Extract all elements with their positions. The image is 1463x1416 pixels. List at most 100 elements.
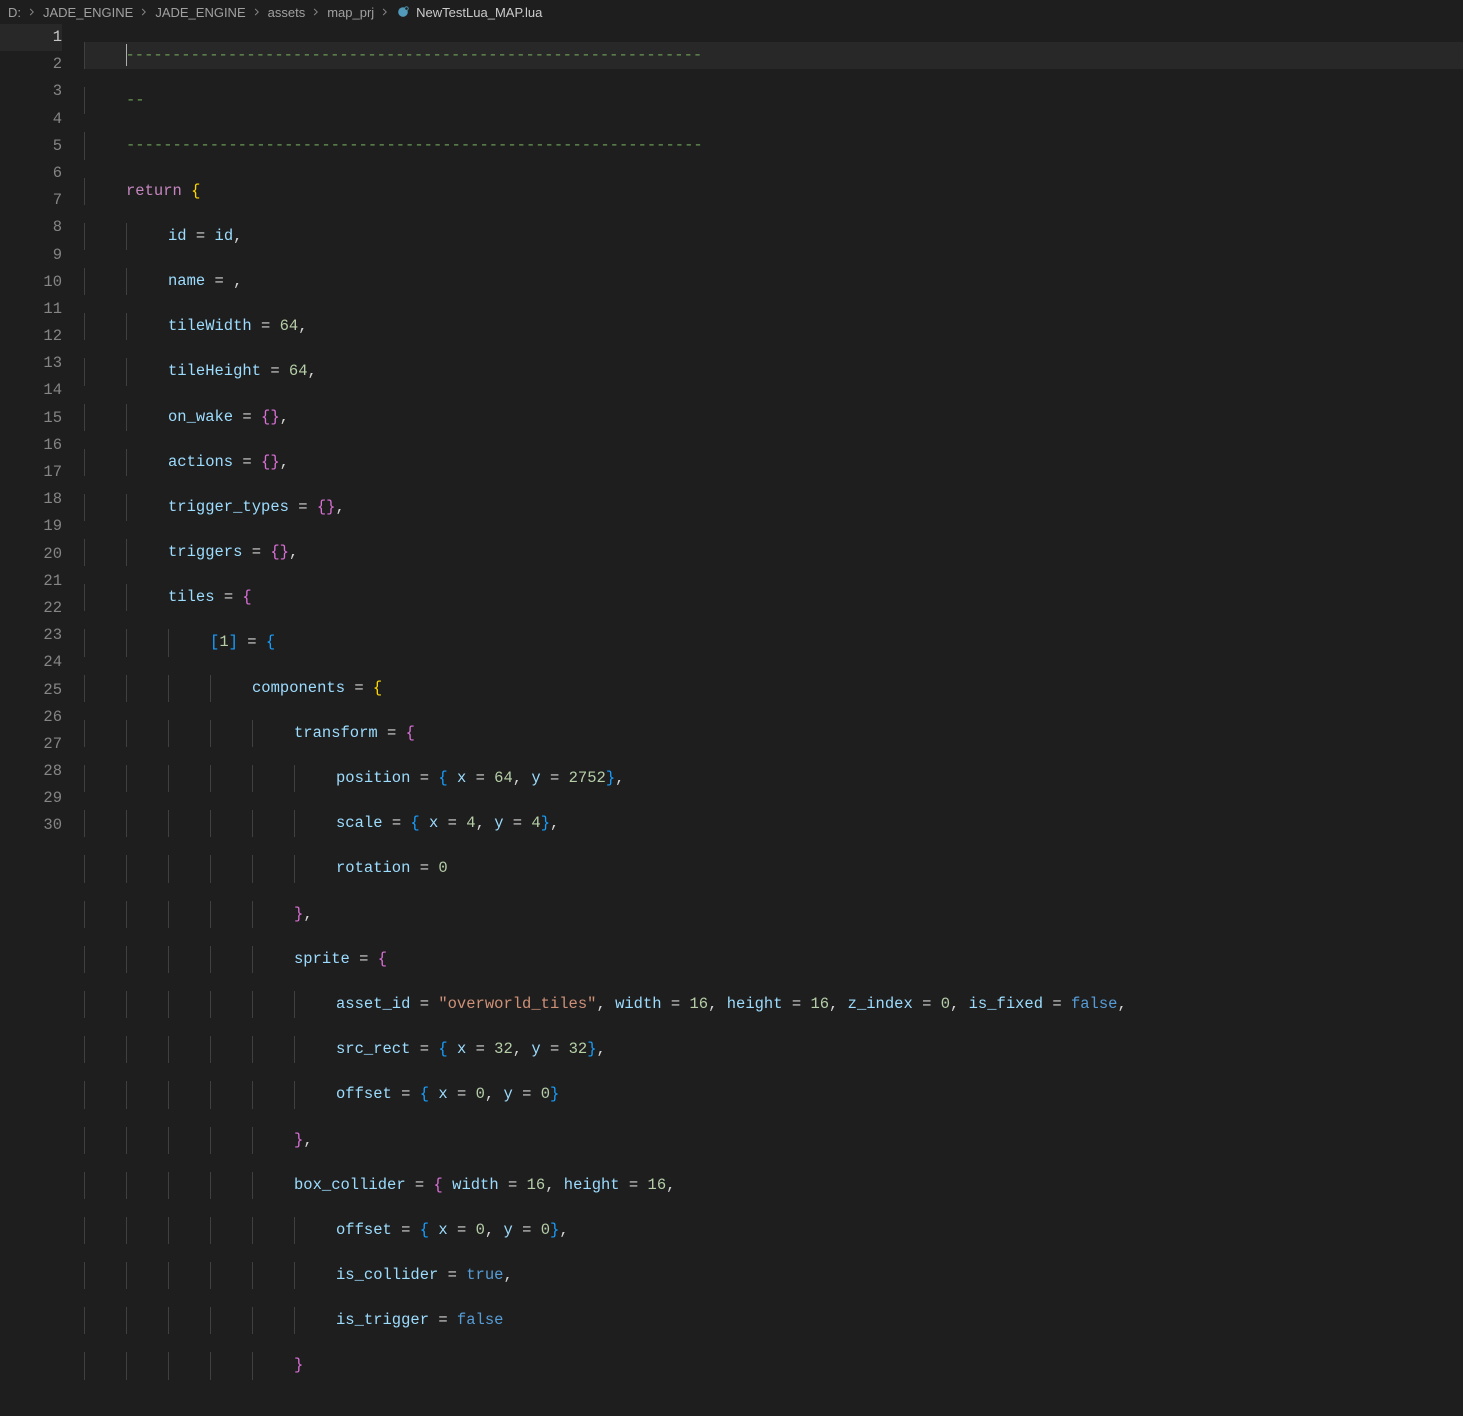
code-line[interactable]: -- — [84, 87, 1463, 114]
number: 16 — [648, 1176, 667, 1194]
identifier: name — [168, 272, 205, 290]
code-line[interactable]: transform = { — [84, 720, 1463, 747]
code-line[interactable]: trigger_types = {}, — [84, 494, 1463, 521]
identifier: trigger_types — [168, 498, 289, 516]
comment-text: -- — [126, 91, 145, 109]
identifier: sprite — [294, 950, 350, 968]
code-line[interactable]: return { — [84, 178, 1463, 205]
identifier: actions — [168, 453, 233, 471]
identifier: z_index — [848, 995, 913, 1013]
code-line[interactable]: ----------------------------------------… — [84, 42, 1463, 69]
comment-text: ----------------------------------------… — [126, 46, 703, 64]
chevron-right-icon — [139, 7, 149, 17]
identifier: y — [503, 1085, 512, 1103]
code-line[interactable]: sprite = { — [84, 946, 1463, 973]
number: 16 — [527, 1176, 546, 1194]
chevron-right-icon — [27, 7, 37, 17]
line-number: 18 — [0, 486, 62, 513]
identifier: x — [457, 769, 466, 787]
number: 64 — [494, 769, 513, 787]
code-line[interactable]: [1] = { — [84, 629, 1463, 656]
line-number: 1 — [0, 24, 62, 51]
number: 0 — [941, 995, 950, 1013]
code-line[interactable]: rotation = 0 — [84, 855, 1463, 882]
code-line[interactable]: } — [84, 1352, 1463, 1379]
identifier: scale — [336, 814, 383, 832]
code-line[interactable]: is_collider = true, — [84, 1262, 1463, 1289]
code-line[interactable]: asset_id = "overworld_tiles", width = 16… — [84, 991, 1463, 1018]
identifier: position — [336, 769, 410, 787]
code-line[interactable]: tileHeight = 64, — [84, 358, 1463, 385]
code-line[interactable]: }, — [84, 1127, 1463, 1154]
code-editor[interactable]: 1 2 3 4 5 6 7 8 9 10 11 12 13 14 15 16 1… — [0, 24, 1463, 844]
identifier: rotation — [336, 859, 410, 877]
breadcrumb-filename[interactable]: NewTestLua_MAP.lua — [416, 5, 542, 20]
line-number: 14 — [0, 377, 62, 404]
code-line[interactable]: offset = { x = 0, y = 0} — [84, 1081, 1463, 1108]
code-line[interactable]: }, — [84, 901, 1463, 928]
identifier: components — [252, 679, 345, 697]
line-number: 12 — [0, 323, 62, 350]
code-line[interactable]: tileWidth = 64, — [84, 313, 1463, 340]
breadcrumb-segment[interactable]: JADE_ENGINE — [43, 5, 133, 20]
number: 32 — [569, 1040, 588, 1058]
code-line[interactable]: triggers = {}, — [84, 539, 1463, 566]
code-line[interactable]: id = id, — [84, 223, 1463, 250]
identifier: asset_id — [336, 995, 410, 1013]
line-number: 7 — [0, 187, 62, 214]
identifier: height — [564, 1176, 620, 1194]
code-line[interactable]: name = , — [84, 268, 1463, 295]
identifier: y — [494, 814, 503, 832]
chevron-right-icon — [380, 7, 390, 17]
breadcrumb[interactable]: D: JADE_ENGINE JADE_ENGINE assets map_pr… — [0, 0, 1463, 24]
line-number: 16 — [0, 432, 62, 459]
identifier: offset — [336, 1221, 392, 1239]
boolean: false — [1071, 995, 1118, 1013]
identifier: tileHeight — [168, 362, 261, 380]
line-number: 9 — [0, 242, 62, 269]
boolean: true — [466, 1266, 503, 1284]
number: 0 — [541, 1085, 550, 1103]
line-number: 23 — [0, 622, 62, 649]
code-line[interactable]: is_trigger = false — [84, 1307, 1463, 1334]
line-number: 29 — [0, 785, 62, 812]
line-number: 22 — [0, 595, 62, 622]
identifier: y — [503, 1221, 512, 1239]
code-line[interactable]: src_rect = { x = 32, y = 32}, — [84, 1036, 1463, 1063]
identifier: triggers — [168, 543, 242, 561]
identifier: tiles — [168, 588, 215, 606]
identifier: x — [438, 1085, 447, 1103]
line-number: 5 — [0, 133, 62, 160]
code-line[interactable]: ----------------------------------------… — [84, 132, 1463, 159]
line-number: 10 — [0, 269, 62, 296]
code-line[interactable]: scale = { x = 4, y = 4}, — [84, 810, 1463, 837]
identifier: y — [531, 1040, 540, 1058]
number: 0 — [476, 1085, 485, 1103]
line-number: 4 — [0, 106, 62, 133]
breadcrumb-segment[interactable]: JADE_ENGINE — [155, 5, 245, 20]
identifier: transform — [294, 724, 378, 742]
line-number: 20 — [0, 541, 62, 568]
identifier: src_rect — [336, 1040, 410, 1058]
code-line[interactable]: position = { x = 64, y = 2752}, — [84, 765, 1463, 792]
line-number: 3 — [0, 78, 62, 105]
line-gutter: 1 2 3 4 5 6 7 8 9 10 11 12 13 14 15 16 1… — [0, 24, 84, 844]
number: 0 — [476, 1221, 485, 1239]
code-line[interactable]: on_wake = {}, — [84, 404, 1463, 431]
line-number: 8 — [0, 214, 62, 241]
line-number: 21 — [0, 568, 62, 595]
code-line[interactable]: components = { — [84, 675, 1463, 702]
code-line[interactable]: actions = {}, — [84, 449, 1463, 476]
breadcrumb-segment[interactable]: map_prj — [327, 5, 374, 20]
breadcrumb-drive[interactable]: D: — [8, 5, 21, 20]
code-area[interactable]: ----------------------------------------… — [84, 24, 1463, 844]
code-line[interactable]: box_collider = { width = 16, height = 16… — [84, 1172, 1463, 1199]
number: 0 — [541, 1221, 550, 1239]
identifier: x — [429, 814, 438, 832]
number: 16 — [810, 995, 829, 1013]
code-line[interactable]: tiles = { — [84, 584, 1463, 611]
identifier: y — [531, 769, 540, 787]
breadcrumb-segment[interactable]: assets — [268, 5, 306, 20]
line-number: 15 — [0, 405, 62, 432]
code-line[interactable]: offset = { x = 0, y = 0}, — [84, 1217, 1463, 1244]
